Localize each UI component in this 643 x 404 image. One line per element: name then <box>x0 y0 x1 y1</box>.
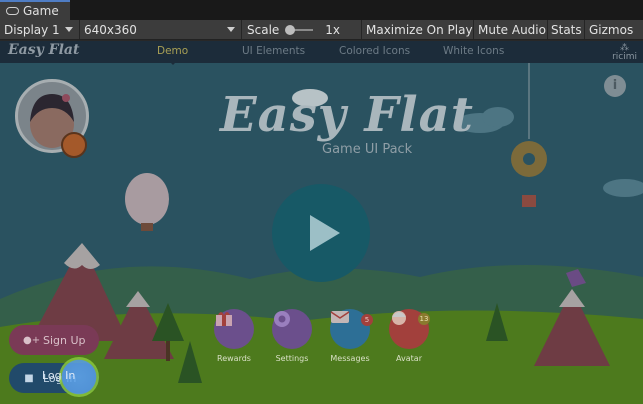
game-tab-label: Game <box>23 4 59 18</box>
gear-icon <box>274 311 290 327</box>
mail-icon <box>330 311 350 323</box>
sign-up-label: Sign Up <box>43 333 86 347</box>
game-viewport[interactable]: Easy Flat Demo UI Elements Colored Icons… <box>0 41 643 404</box>
game-title: Easy Flat <box>220 87 474 143</box>
messages-badge: 5 <box>361 314 373 326</box>
chevron-down-icon <box>65 27 73 32</box>
game-tab[interactable]: Game <box>0 0 70 20</box>
game-nav-bar: Easy Flat Demo UI Elements Colored Icons… <box>0 41 643 65</box>
stats-label: Stats <box>551 22 582 37</box>
gift-icon <box>216 312 232 326</box>
display-dropdown[interactable]: Display 1 <box>0 20 80 39</box>
gizmos-label: Gizmos <box>589 22 634 37</box>
gamepad-icon <box>6 7 19 15</box>
small-logo: Easy Flat <box>8 42 80 58</box>
messages-label: Messages <box>330 354 370 363</box>
stats-toggle[interactable]: Stats <box>548 20 585 39</box>
rewards-button[interactable] <box>214 309 254 349</box>
display-label: Display 1 <box>4 22 60 37</box>
sign-up-button[interactable]: ●+ Sign Up <box>9 325 99 355</box>
game-view-toolbar: Display 1 640x360 Scale 1x Maximize On P… <box>0 20 643 40</box>
brand-logo: ⁂ ricimi <box>612 43 637 62</box>
balloon-shape <box>125 173 169 225</box>
resolution-label: 640x360 <box>84 22 137 37</box>
game-subtitle: Game UI Pack <box>322 142 413 157</box>
editor-tab-bar: Game <box>0 0 643 20</box>
nav-demo[interactable]: Demo <box>157 45 188 65</box>
avatar-label: Avatar <box>396 354 422 363</box>
avatar-icon <box>392 311 406 325</box>
settings-button[interactable] <box>272 309 312 349</box>
add-user-icon: ●+ <box>23 334 41 346</box>
settings-label: Settings <box>275 354 309 363</box>
scale-label: Scale <box>247 22 280 37</box>
scale-slider[interactable] <box>285 24 314 35</box>
brand-label: ricimi <box>612 52 637 62</box>
gizmos-dropdown[interactable]: Gizmos <box>585 20 643 39</box>
nav-white-icons[interactable]: White Icons <box>443 45 504 57</box>
mute-audio-label: Mute Audio <box>478 22 546 37</box>
mute-audio-toggle[interactable]: Mute Audio <box>474 20 548 39</box>
scale-control[interactable]: Scale 1x <box>242 20 362 39</box>
maximize-on-play-label: Maximize On Play <box>366 22 473 37</box>
play-button[interactable] <box>272 184 370 282</box>
cloud-shape <box>482 107 514 127</box>
play-icon <box>310 215 340 251</box>
nav-colored-icons[interactable]: Colored Icons <box>339 45 410 57</box>
log-in-label-overlay: Log In <box>42 369 76 382</box>
avatar-edit-badge[interactable] <box>61 132 87 158</box>
scale-slider-knob[interactable] <box>285 24 296 35</box>
avatar-badge: 13 <box>418 313 430 325</box>
rewards-label: Rewards <box>217 354 251 363</box>
nav-ui-elements[interactable]: UI Elements <box>242 45 305 57</box>
scale-value: 1x <box>325 22 341 37</box>
info-button[interactable]: i <box>604 75 626 97</box>
maximize-on-play-toggle[interactable]: Maximize On Play <box>362 20 474 39</box>
chevron-down-icon <box>227 27 235 32</box>
resolution-dropdown[interactable]: 640x360 <box>80 20 242 39</box>
lock-icon: ■ <box>24 372 34 384</box>
